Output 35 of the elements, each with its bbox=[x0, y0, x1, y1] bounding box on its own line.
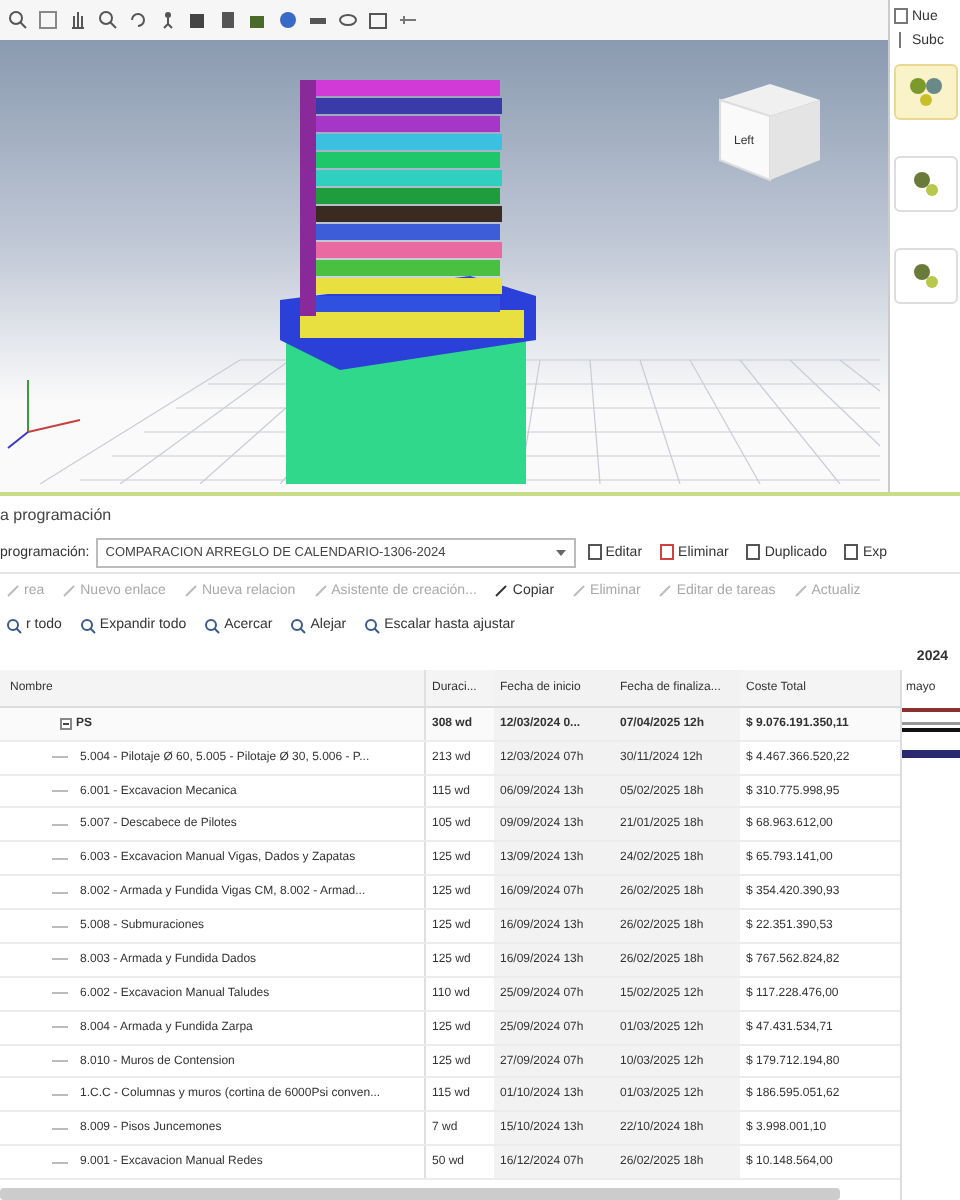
gear-node-icon[interactable] bbox=[894, 248, 958, 304]
slash-icon bbox=[658, 584, 673, 598]
rotate-icon[interactable] bbox=[128, 10, 148, 30]
magnifier-icon bbox=[364, 617, 381, 633]
select-icon[interactable] bbox=[38, 10, 58, 30]
window-icon[interactable] bbox=[368, 10, 388, 30]
scrollbar[interactable] bbox=[0, 1188, 840, 1200]
slash-icon bbox=[793, 584, 808, 598]
view-cube-icon bbox=[719, 84, 820, 182]
person-icon[interactable] bbox=[158, 10, 178, 30]
slash-icon bbox=[572, 584, 587, 598]
search-icon[interactable] bbox=[98, 10, 118, 30]
slash-icon bbox=[62, 584, 77, 598]
magnifier-icon bbox=[290, 617, 307, 633]
document-icon bbox=[746, 544, 761, 560]
gear-node-icon[interactable] bbox=[894, 64, 958, 120]
axes-icon bbox=[7, 379, 81, 449]
magnifier-icon bbox=[79, 617, 96, 633]
gear-node-icon[interactable] bbox=[894, 156, 958, 212]
gantt-drawing bbox=[902, 706, 960, 762]
slash-icon bbox=[494, 584, 509, 598]
slash-icon bbox=[6, 584, 20, 598]
document-icon bbox=[587, 544, 602, 560]
eye-icon[interactable] bbox=[338, 10, 358, 30]
magnifier-icon bbox=[204, 617, 221, 633]
document-icon bbox=[894, 8, 908, 24]
slash-icon bbox=[183, 584, 198, 598]
caret-icon bbox=[555, 549, 566, 555]
collapse-icon[interactable] bbox=[60, 717, 72, 730]
document-icon bbox=[844, 544, 859, 560]
zoom-icon[interactable] bbox=[8, 10, 28, 30]
magnifier-icon bbox=[6, 617, 22, 633]
section-title: a programación bbox=[0, 504, 114, 528]
document-icon bbox=[660, 544, 675, 560]
slash-icon bbox=[313, 584, 328, 598]
